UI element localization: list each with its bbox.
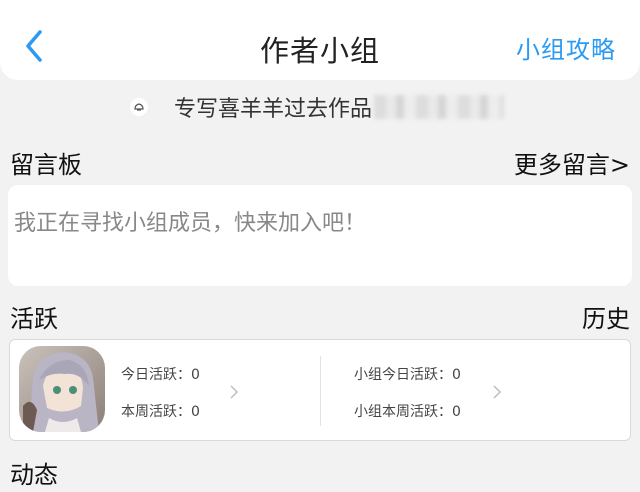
group-today-active: 小组今日活跃：0 [354,364,461,384]
group-stats-chevron-icon[interactable] [492,384,502,400]
message-board-placeholder: 我正在寻找小组成员，快来加入吧！ [14,211,367,236]
group-week-active-label: 小组本周活跃： [354,404,452,420]
week-active-value: 0 [191,404,200,420]
today-active-label: 今日活跃： [121,367,191,383]
message-board-input[interactable]: 我正在寻找小组成员，快来加入吧！ [8,185,632,286]
group-guide-link[interactable]: 小组攻略 [516,30,616,65]
avatar[interactable] [19,346,105,432]
group-today-active-value: 0 [452,367,461,383]
dynamics-title: 动态 [10,461,58,489]
top-nav-bar: 作者小组 小组攻略 [0,0,640,80]
today-active-value: 0 [191,367,200,383]
activity-card: 今日活跃：0 本周活跃：0 小组今日活跃：0 小组本周活跃：0 [9,339,631,441]
history-link[interactable]: 历史 [582,299,630,334]
personal-stats-chevron-icon[interactable] [229,384,239,400]
notice-text: 专写喜羊羊过去作品 [174,97,373,122]
blurred-text [374,95,505,119]
today-active: 今日活跃：0 [121,364,200,384]
message-board-title: 留言板 [10,151,82,179]
week-active: 本周活跃：0 [121,401,200,421]
group-week-active-value: 0 [452,404,461,420]
group-today-active-label: 小组今日活跃： [354,367,452,383]
announcement-icon [130,98,148,116]
group-notice[interactable]: 专写喜羊羊过去作品 [130,92,505,122]
more-messages-link[interactable]: 更多留言> [514,145,630,180]
week-active-label: 本周活跃： [121,404,191,420]
group-week-active: 小组本周活跃：0 [354,401,461,421]
activity-title: 活跃 [10,305,58,333]
divider [320,356,321,426]
